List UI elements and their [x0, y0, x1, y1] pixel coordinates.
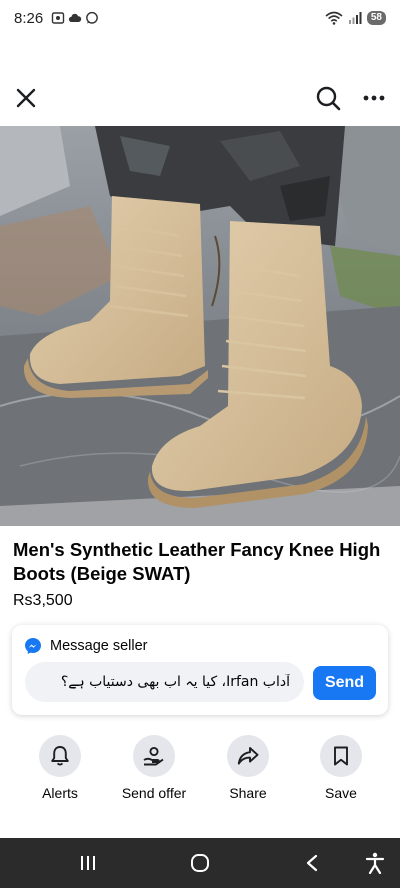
offer-icon[interactable] — [133, 735, 175, 777]
close-icon[interactable] — [12, 84, 40, 112]
whatsapp-icon — [86, 11, 99, 24]
share-action[interactable]: Share — [198, 735, 298, 801]
product-title: Men's Synthetic Leather Fancy Knee High … — [13, 539, 381, 584]
message-seller-header: Message seller — [24, 637, 148, 655]
product-image[interactable] — [0, 126, 400, 526]
send-offer-action[interactable]: Send offer — [104, 735, 204, 801]
save-label: Save — [325, 785, 357, 801]
message-input[interactable] — [25, 662, 304, 702]
cloud-icon — [69, 13, 82, 22]
send-button[interactable]: Send — [313, 666, 376, 700]
notification-icons — [51, 11, 99, 25]
recents-icon[interactable] — [68, 848, 108, 878]
messenger-icon — [25, 638, 41, 654]
signal-icon — [348, 12, 362, 24]
save-action[interactable]: Save — [291, 735, 391, 801]
alerts-label: Alerts — [42, 785, 78, 801]
back-icon[interactable] — [292, 848, 332, 878]
wifi-icon — [325, 11, 343, 25]
share-icon[interactable] — [227, 735, 269, 777]
alerts-action[interactable]: Alerts — [10, 735, 110, 801]
action-row: Alerts Send offer Share Save — [0, 735, 400, 805]
message-seller-label: Message seller — [50, 638, 148, 654]
send-offer-label: Send offer — [121, 785, 187, 801]
accessibility-icon[interactable] — [355, 848, 395, 878]
message-seller-card: Message seller Send — [12, 625, 388, 715]
system-icons: 58 — [325, 11, 386, 25]
battery-icon: 58 — [366, 11, 386, 25]
search-icon[interactable] — [314, 84, 342, 112]
status-bar: 8:26 58 — [0, 0, 400, 36]
bookmark-icon[interactable] — [320, 735, 362, 777]
top-bar — [0, 76, 400, 120]
screenshot-icon — [52, 12, 65, 24]
navigation-bar — [0, 838, 400, 888]
more-icon[interactable] — [360, 84, 388, 112]
status-time: 8:26 — [14, 9, 44, 27]
share-label: Share — [229, 785, 267, 801]
product-price: Rs3,500 — [13, 592, 73, 609]
home-icon[interactable] — [180, 848, 220, 878]
bell-icon[interactable] — [39, 735, 81, 777]
